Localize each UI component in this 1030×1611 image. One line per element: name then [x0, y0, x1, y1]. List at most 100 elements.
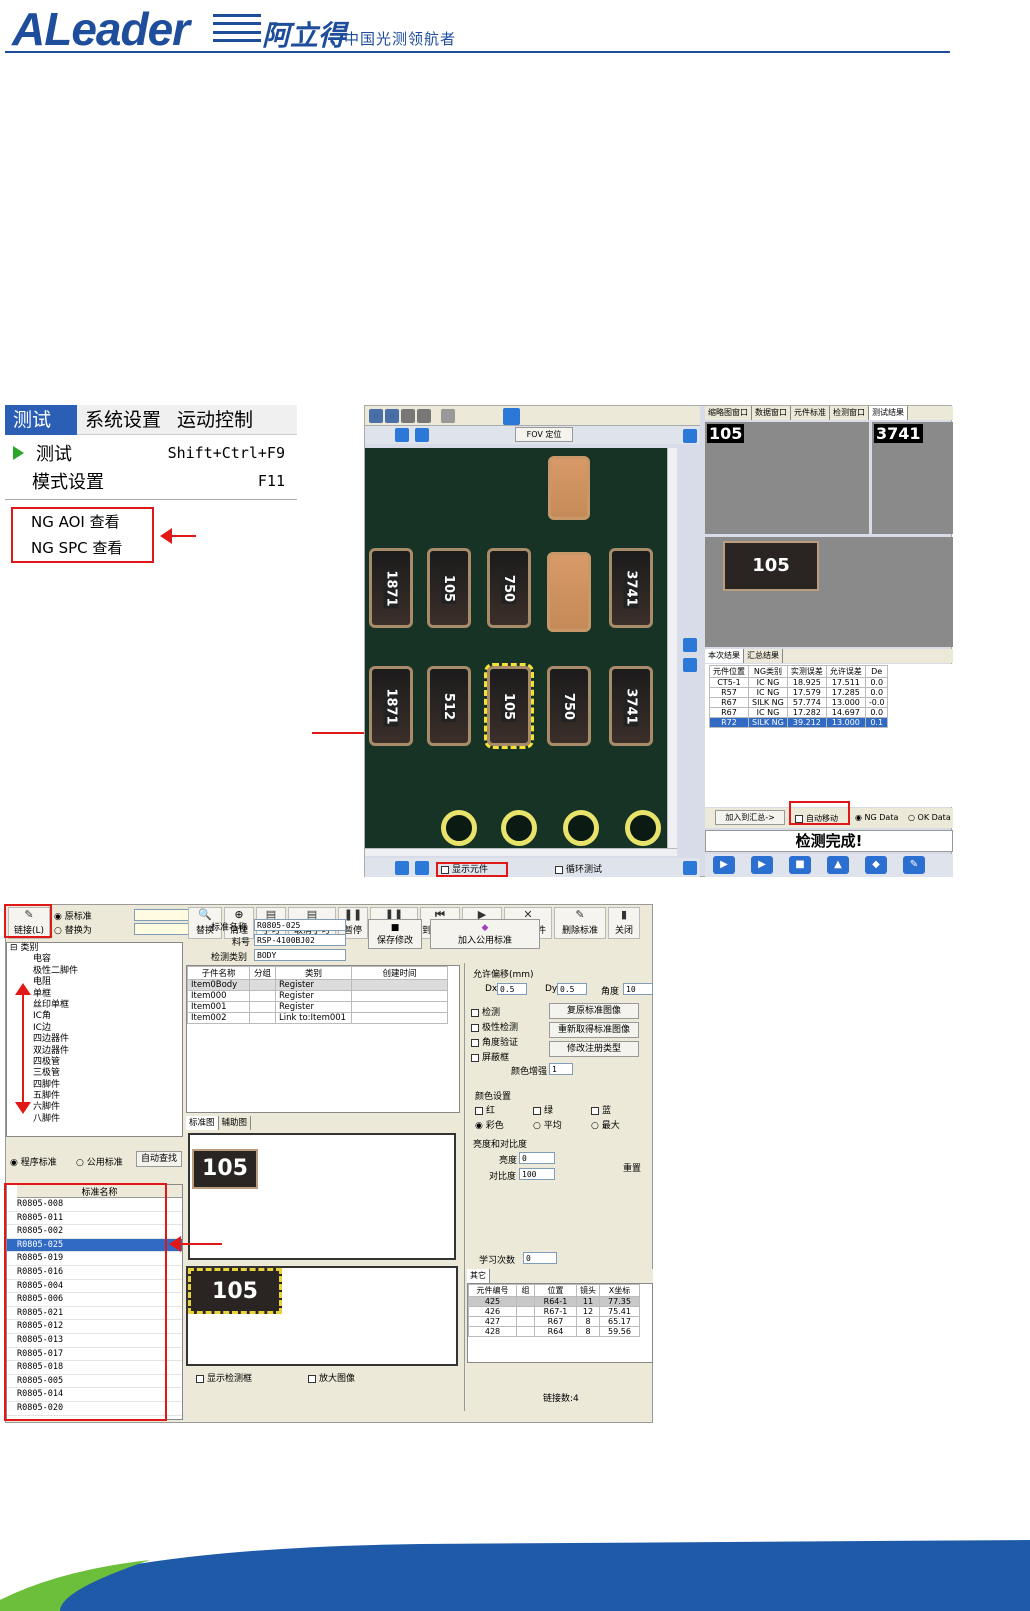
power-icon[interactable] — [503, 408, 520, 425]
zoom-out-icon[interactable] — [385, 409, 399, 423]
chevron-up-icon[interactable] — [415, 428, 429, 442]
type-select[interactable]: BODY — [254, 949, 346, 961]
learn-count-input[interactable]: 0 — [523, 1252, 557, 1264]
eject-icon[interactable]: ▲ — [827, 856, 849, 874]
table-row[interactable]: R67 IC NG 17.282 14.697 0.0 — [709, 707, 889, 718]
green-checkbox[interactable]: 绿 — [533, 1103, 553, 1116]
tree-item[interactable]: 四脚件 — [7, 1080, 182, 1091]
tree-item[interactable]: 三极管 — [7, 1068, 182, 1079]
ok-data-radio[interactable]: ○ OK Data — [908, 813, 951, 822]
chevron-right-icon[interactable] — [683, 658, 697, 672]
polarity-checkbox[interactable]: 极性检测 — [471, 1020, 518, 1033]
part-no-input[interactable]: RSP-4100BJ02 — [254, 934, 346, 946]
close-button[interactable]: ▮ 关闭 — [608, 907, 640, 939]
loop-test-checkbox[interactable]: 循环测试 — [555, 862, 602, 875]
inspect-checkbox[interactable]: 检测 — [471, 1005, 500, 1018]
grid-icon[interactable] — [441, 409, 455, 423]
fov-locate-button[interactable]: FOV 定位 — [515, 427, 573, 442]
table-row[interactable]: 428 R64 8 59.56 — [468, 1326, 640, 1337]
modify-type-button[interactable]: 修改注册类型 — [549, 1041, 639, 1057]
tab-other[interactable]: 其它 — [467, 1269, 490, 1283]
zoom-in-icon[interactable] — [369, 409, 383, 423]
table-row[interactable]: CT5-1 IC NG 18.925 17.511 0.0 — [709, 677, 889, 688]
table-row[interactable]: 427 R67 8 65.17 — [468, 1316, 640, 1327]
average-mode-radio[interactable]: ○ 平均 — [533, 1118, 562, 1131]
tab-standard-image[interactable]: 标准图 — [186, 1116, 219, 1130]
max-mode-radio[interactable]: ○ 最大 — [591, 1118, 620, 1131]
auto-find-button[interactable]: 自动查找 — [136, 1151, 182, 1167]
original-field[interactable] — [134, 909, 190, 921]
tree-item[interactable]: 六脚件 — [7, 1102, 182, 1113]
table-row[interactable]: R67 SILK NG 57.774 13.000 -0.0 — [709, 697, 889, 708]
tab-part-standard[interactable]: 元件标准 — [791, 406, 830, 420]
reacquire-image-button[interactable]: 重新取得标准图像 — [549, 1022, 639, 1038]
table-row[interactable]: R57 IC NG 17.579 17.285 0.0 — [709, 687, 889, 698]
color-gain-spinner[interactable]: 1 — [549, 1063, 573, 1075]
tab-data[interactable]: 数据窗口 — [752, 406, 791, 420]
color-mode-radio[interactable]: ◉ 彩色 — [475, 1118, 504, 1131]
radio-public-standard[interactable]: ○ 公用标准 — [76, 1155, 123, 1168]
rotate-icon[interactable] — [401, 409, 415, 423]
red-checkbox[interactable]: 红 — [475, 1103, 495, 1116]
angle-verify-checkbox[interactable]: 角度验证 — [471, 1035, 518, 1048]
tree-item[interactable]: 八脚件 — [7, 1114, 182, 1125]
save-button[interactable]: ■ 保存修改 — [368, 919, 422, 949]
reset-button[interactable]: 重置 — [623, 1161, 641, 1174]
mirror-icon[interactable] — [417, 409, 431, 423]
table-row[interactable]: 426 R67-1 12 75.41 — [468, 1306, 640, 1317]
add-to-summary-button[interactable]: 加入到汇总-> — [715, 810, 785, 825]
arrow-right-icon[interactable] — [683, 638, 697, 652]
tree-item[interactable]: 丝印单框 — [7, 1000, 182, 1011]
blue-checkbox[interactable]: 蓝 — [591, 1103, 611, 1116]
radio-original[interactable]: ◉ 原标准 — [54, 909, 92, 922]
tree-item[interactable]: 极性二脚件 — [7, 966, 182, 977]
tree-item[interactable]: 四边器件 — [7, 1034, 182, 1045]
menu-item-mode-settings[interactable]: 模式设置 F11 — [5, 467, 297, 495]
tree-item[interactable]: 电容 — [7, 954, 182, 965]
restore-image-button[interactable]: 复原标准图像 — [549, 1003, 639, 1019]
chevron-down-icon[interactable] — [415, 861, 429, 875]
table-row[interactable]: R72 SILK NG 39.212 13.000 0.1 — [709, 717, 889, 728]
dx-input[interactable]: 0.5 — [497, 983, 527, 995]
arrow-down-icon[interactable] — [395, 861, 409, 875]
play-icon[interactable]: ▶ — [713, 856, 735, 874]
mask-checkbox[interactable]: 屏蔽框 — [471, 1050, 509, 1063]
menu-system-settings[interactable]: 系统设置 — [77, 405, 169, 435]
arrow-upright-icon[interactable] — [683, 429, 697, 443]
arrow-downright-icon[interactable] — [683, 861, 697, 875]
std-name-input[interactable]: R0805-025 — [254, 919, 346, 931]
show-box-checkbox[interactable]: 显示检测框 — [196, 1371, 252, 1384]
step-icon[interactable]: ▶ — [751, 856, 773, 874]
table-row[interactable]: Item000 Register — [187, 990, 448, 1002]
tree-item[interactable]: IC边 — [7, 1023, 182, 1034]
tab-test-result[interactable]: 测试结果 — [869, 406, 908, 420]
tab-thumbnail[interactable]: 缩略图窗口 — [705, 406, 752, 420]
brightness-input[interactable]: 0 — [519, 1152, 555, 1164]
reset-icon[interactable]: ◆ — [865, 856, 887, 874]
tab-current-result[interactable]: 本次结果 — [705, 649, 744, 663]
arrow-up-icon[interactable] — [395, 428, 409, 442]
delete-standard-button[interactable]: ✎ 删除标准 — [554, 907, 606, 939]
table-row[interactable]: 425 R64-1 11 77.35 — [468, 1296, 640, 1307]
zoom-image-checkbox[interactable]: 放大图像 — [308, 1371, 355, 1384]
pcb-scrollbar[interactable] — [667, 448, 677, 848]
radio-replace[interactable]: ○ 替换为 — [54, 923, 92, 936]
pcb-hscrollbar[interactable] — [365, 848, 677, 856]
tree-item[interactable]: 四极管 — [7, 1057, 182, 1068]
radio-program-standard[interactable]: ◉ 程序标准 — [10, 1155, 57, 1168]
tree-item[interactable]: 单框 — [7, 989, 182, 1000]
ng-data-radio[interactable]: ◉ NG Data — [855, 813, 898, 822]
replace-field[interactable] — [134, 923, 190, 935]
contrast-input[interactable]: 100 — [519, 1168, 555, 1180]
tab-inspect[interactable]: 检测窗口 — [830, 406, 869, 420]
stop-icon[interactable]: ■ — [789, 856, 811, 874]
wrench-icon[interactable]: ✎ — [903, 856, 925, 874]
add-public-button[interactable]: ◆ 加入公用标准 — [430, 919, 540, 949]
tab-aux-image[interactable]: 辅助图 — [219, 1116, 252, 1130]
menu-item-test[interactable]: 测试 Shift+Ctrl+F9 — [5, 439, 297, 467]
tree-item[interactable]: 电阻 — [7, 977, 182, 988]
tree-item[interactable]: 双边器件 — [7, 1046, 182, 1057]
tree-item[interactable]: IC角 — [7, 1011, 182, 1022]
tree-root[interactable]: ⊟ 类别 — [7, 943, 182, 954]
tab-summary-result[interactable]: 汇总结果 — [744, 649, 783, 663]
